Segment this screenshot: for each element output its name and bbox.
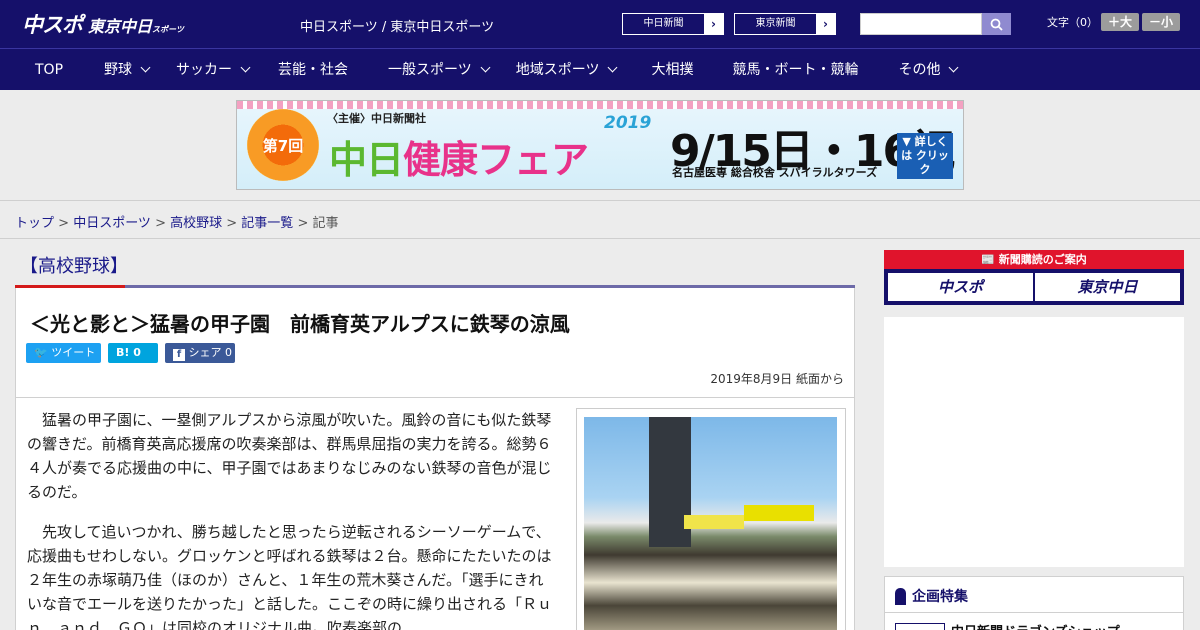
stadium-sign	[744, 505, 814, 521]
article-paragraph: 先攻して追いつかれ、勝ち越したと思ったら逆転されるシーソーゲームで、応援曲もせわ…	[27, 523, 553, 630]
breadcrumb: トップ > 中日スポーツ > 高校野球 > 記事一覧 > 記事	[15, 216, 339, 231]
logo-chuspo: 中スポ	[22, 13, 83, 37]
facebook-icon: f	[173, 349, 185, 361]
search-icon	[990, 18, 1003, 31]
chevron-down-icon	[949, 62, 959, 73]
health-fair-banner[interactable]: 第7回 〈主催〉中日新聞社 中日健康フェア 2019 9/15日・16祝 名古屋…	[236, 100, 964, 190]
chunichi-shimbun-link[interactable]: 中日新聞 ›	[622, 13, 724, 35]
article-headline: ＜光と影と＞猛暑の甲子園 前橋育英アルプスに鉄琴の涼風	[30, 312, 570, 336]
publish-date: 2019年8月9日 紙面から	[710, 372, 844, 386]
banner-title: 中日健康フェア	[329, 138, 589, 182]
facebook-share-button[interactable]: f シェア 0	[165, 343, 235, 363]
logo-tokyo-chunichi: 東京中日スポーツ	[88, 17, 184, 36]
article-paragraph: 猛暑の甲子園に、一塁側アルプスから涼風が吹いた。風鈴の音にも似た鉄琴の響きだ。前…	[27, 411, 552, 501]
tokyo-shimbun-link[interactable]: 東京新聞 ›	[734, 13, 836, 35]
nav-item-local-sports[interactable]: 地域スポーツ	[516, 49, 618, 90]
chevron-down-icon	[140, 62, 151, 73]
feature-item-dragons-shop[interactable]: 中日新聞ドラゴンズショップ	[951, 621, 1120, 630]
divider	[885, 612, 1183, 613]
newspaper-icon: 📰	[981, 253, 995, 266]
twitter-icon: 🐦	[34, 346, 48, 359]
breadcrumb-current: 記事	[312, 216, 339, 231]
chevron-right-icon: ›	[816, 14, 835, 34]
banner-year: 2019	[604, 113, 652, 133]
subscription-box: 📰 新聞購読のご案内 中スポ 東京中日	[884, 250, 1184, 305]
breadcrumb-top[interactable]: トップ	[15, 216, 54, 231]
breadcrumb-bar: トップ > 中日スポーツ > 高校野球 > 記事一覧 > 記事	[0, 200, 1200, 239]
breadcrumb-chunichi-sports[interactable]: 中日スポーツ	[73, 216, 151, 231]
feature-thumbnail[interactable]	[895, 623, 945, 630]
chevron-down-icon	[480, 62, 491, 73]
font-larger-button[interactable]: ＋大	[1101, 13, 1139, 31]
banner-venue: 名古屋医専 総合校舎 スパイラルタワーズ	[672, 166, 878, 179]
article-photo[interactable]	[584, 417, 837, 630]
main-nav: TOP 野球 サッカー 芸能・社会 一般スポーツ 地域スポーツ 大相撲 競馬・ボ…	[0, 48, 1200, 90]
chevron-down-icon	[608, 62, 618, 73]
nav-item-general-sports[interactable]: 一般スポーツ	[388, 49, 491, 90]
article-body: 猛暑の甲子園に、一塁側アルプスから涼風が吹いた。風鈴の音にも似た鉄琴の響きだ。前…	[15, 398, 855, 630]
breadcrumb-article-list[interactable]: 記事一覧	[241, 216, 293, 231]
flower-badge: 第7回	[247, 109, 319, 181]
font-size-label: 文字（0）	[1047, 16, 1098, 29]
nav-item-racing[interactable]: 競馬・ボート・競輪	[732, 49, 858, 90]
search-button[interactable]	[982, 13, 1011, 35]
article-photo-frame	[576, 408, 846, 630]
feature-title: 企画特集	[895, 586, 968, 606]
nav-item-top[interactable]: TOP	[35, 49, 63, 90]
chevron-right-icon: ›	[704, 14, 723, 34]
feature-box: 企画特集 中日新聞ドラゴンズショップ	[884, 576, 1184, 630]
subscribe-chuspo-button[interactable]: 中スポ	[888, 273, 1033, 301]
banner-stripe	[237, 101, 963, 109]
search-input[interactable]	[860, 13, 982, 35]
site-names: 中日スポーツ / 東京中日スポーツ	[300, 20, 495, 35]
nav-item-soccer[interactable]: サッカー	[176, 49, 251, 90]
category-title: 【高校野球】	[20, 256, 128, 277]
nav-item-other[interactable]: その他	[898, 49, 959, 90]
nav-item-entertainment[interactable]: 芸能・社会	[278, 49, 348, 90]
hatena-bookmark-button[interactable]: B! 0	[108, 343, 158, 363]
site-logo[interactable]: 中スポ 東京中日スポーツ	[22, 9, 184, 39]
banner-host: 〈主催〉中日新聞社	[327, 112, 426, 125]
ad-slot	[884, 317, 1184, 567]
nav-item-sumo[interactable]: 大相撲	[651, 49, 693, 90]
stadium-sign	[684, 515, 744, 529]
tweet-button[interactable]: 🐦 ツイート	[26, 343, 101, 363]
top-bar: 中スポ 東京中日スポーツ 中日スポーツ / 東京中日スポーツ 中日新聞 › 東京新…	[0, 0, 1200, 48]
subscribe-tokyo-chunichi-button[interactable]: 東京中日	[1035, 273, 1180, 301]
article-main: 【高校野球】 ＜光と影と＞猛暑の甲子園 前橋育英アルプスに鉄琴の涼風 🐦 ツイー…	[15, 250, 855, 630]
subscription-heading: 📰 新聞購読のご案内	[884, 250, 1184, 269]
breadcrumb-high-school-baseball[interactable]: 高校野球	[170, 216, 222, 231]
article-header: ＜光と影と＞猛暑の甲子園 前橋育英アルプスに鉄琴の涼風 🐦 ツイート B! 0 …	[15, 288, 855, 398]
font-smaller-button[interactable]: －小	[1142, 13, 1180, 31]
chevron-down-icon	[240, 62, 251, 73]
nav-item-baseball[interactable]: 野球	[104, 49, 151, 90]
banner-click-button[interactable]: ▼ 詳しくは クリック	[897, 133, 953, 179]
ribbon-icon	[895, 587, 906, 605]
